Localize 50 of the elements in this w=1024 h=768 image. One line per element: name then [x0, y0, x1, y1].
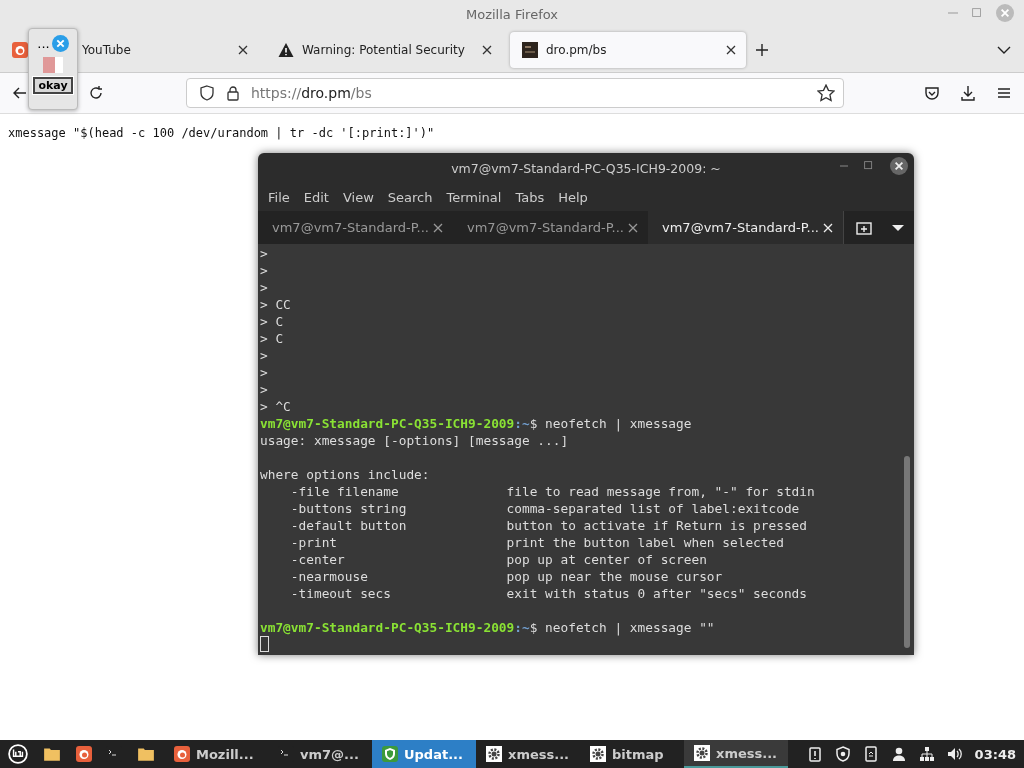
terminal-line: -print print the button label when selected [289, 534, 785, 551]
browser-tab[interactable]: dro.pm/bs [510, 32, 746, 68]
okay-button[interactable]: okay [33, 77, 73, 94]
terminal-prompt-line: vm7@vm7-Standard-PC-Q35-ICH9-2009:~$ neofetch | xmessage [260, 415, 693, 432]
terminal-line: > [260, 364, 269, 381]
terminal-tab[interactable]: vm7@vm7-Standard-P... [258, 211, 453, 244]
clock: 03:48 [974, 746, 1016, 762]
address-bar[interactable]: https://dro.pm/bs [186, 78, 844, 108]
terminal-prompt-line: vm7@vm7-Standard-PC-Q35-ICH9-2009:~$ neofetch | xmessage "" [260, 619, 716, 636]
menu-item[interactable]: Edit [297, 187, 335, 207]
terminal-line: > CC [260, 296, 292, 313]
terminal-line: where options include: [260, 466, 431, 483]
tab-label: YouTube [82, 43, 132, 57]
terminal-line: > [260, 245, 269, 262]
terminal-line: usage: xmessage [-options] [message ...] [260, 432, 570, 449]
terminal-line: -file filename file to read message from, "-" for stdin [289, 483, 816, 500]
terminal-line: > ^C [260, 398, 292, 415]
terminal-line: > [260, 381, 269, 398]
taskbar-window-button[interactable]: Mozill... [164, 740, 268, 768]
terminal-tab[interactable]: vm7@vm7-Standard-P... [453, 211, 648, 244]
menu-item[interactable]: Terminal [440, 187, 508, 207]
browser-tab[interactable]: YouTube [78, 32, 258, 68]
popup-title: ... [37, 35, 50, 51]
taskbar-window-button[interactable]: bitmap [580, 740, 684, 768]
menu-item[interactable]: Help [552, 187, 594, 207]
terminal-tab[interactable]: vm7@vm7-Standard-P... [648, 211, 843, 244]
terminal-line: > [260, 347, 269, 364]
taskbar-window-button[interactable]: Updat... [372, 740, 476, 768]
taskbar-window-button[interactable]: vm7@... [268, 740, 372, 768]
terminal-line: > C [260, 313, 285, 330]
menu-item[interactable]: Tabs [509, 187, 551, 207]
terminal-line: > [260, 279, 269, 296]
menu-item[interactable]: Search [381, 187, 439, 207]
terminal-line: -nearmouse pop up near the mouse cursor [289, 568, 724, 585]
taskbar-window-button[interactable]: xmess... [684, 740, 788, 768]
terminal-title: vm7@vm7-Standard-PC-Q35-ICH9-2009: ~ [451, 160, 721, 176]
tab-label: Warning: Potential Security [302, 43, 466, 57]
terminal-line: > [260, 262, 269, 279]
window-title: Mozilla Firefox [466, 6, 558, 22]
terminal-line: -buttons string comma-separated list of label:exitcode [289, 500, 801, 517]
page-text: xmessage "$(head -c 100 /dev/urandom | tr -dc '[:print:]')" [8, 126, 436, 140]
terminal-line: -default button button to activate if Return is pressed [289, 517, 808, 534]
menu-item[interactable]: File [262, 187, 296, 207]
tab-label: dro.pm/bs [546, 43, 608, 57]
terminal-line: -timeout secs exit with status 0 after "secs" seconds [289, 585, 808, 602]
menu-item[interactable]: View [336, 187, 380, 207]
browser-tab[interactable]: Warning: Potential Security [266, 32, 502, 68]
taskbar-window-button[interactable]: xmess... [476, 740, 580, 768]
terminal-line: -center pop up at center of screen [289, 551, 708, 568]
terminal-line: > C [260, 330, 285, 347]
